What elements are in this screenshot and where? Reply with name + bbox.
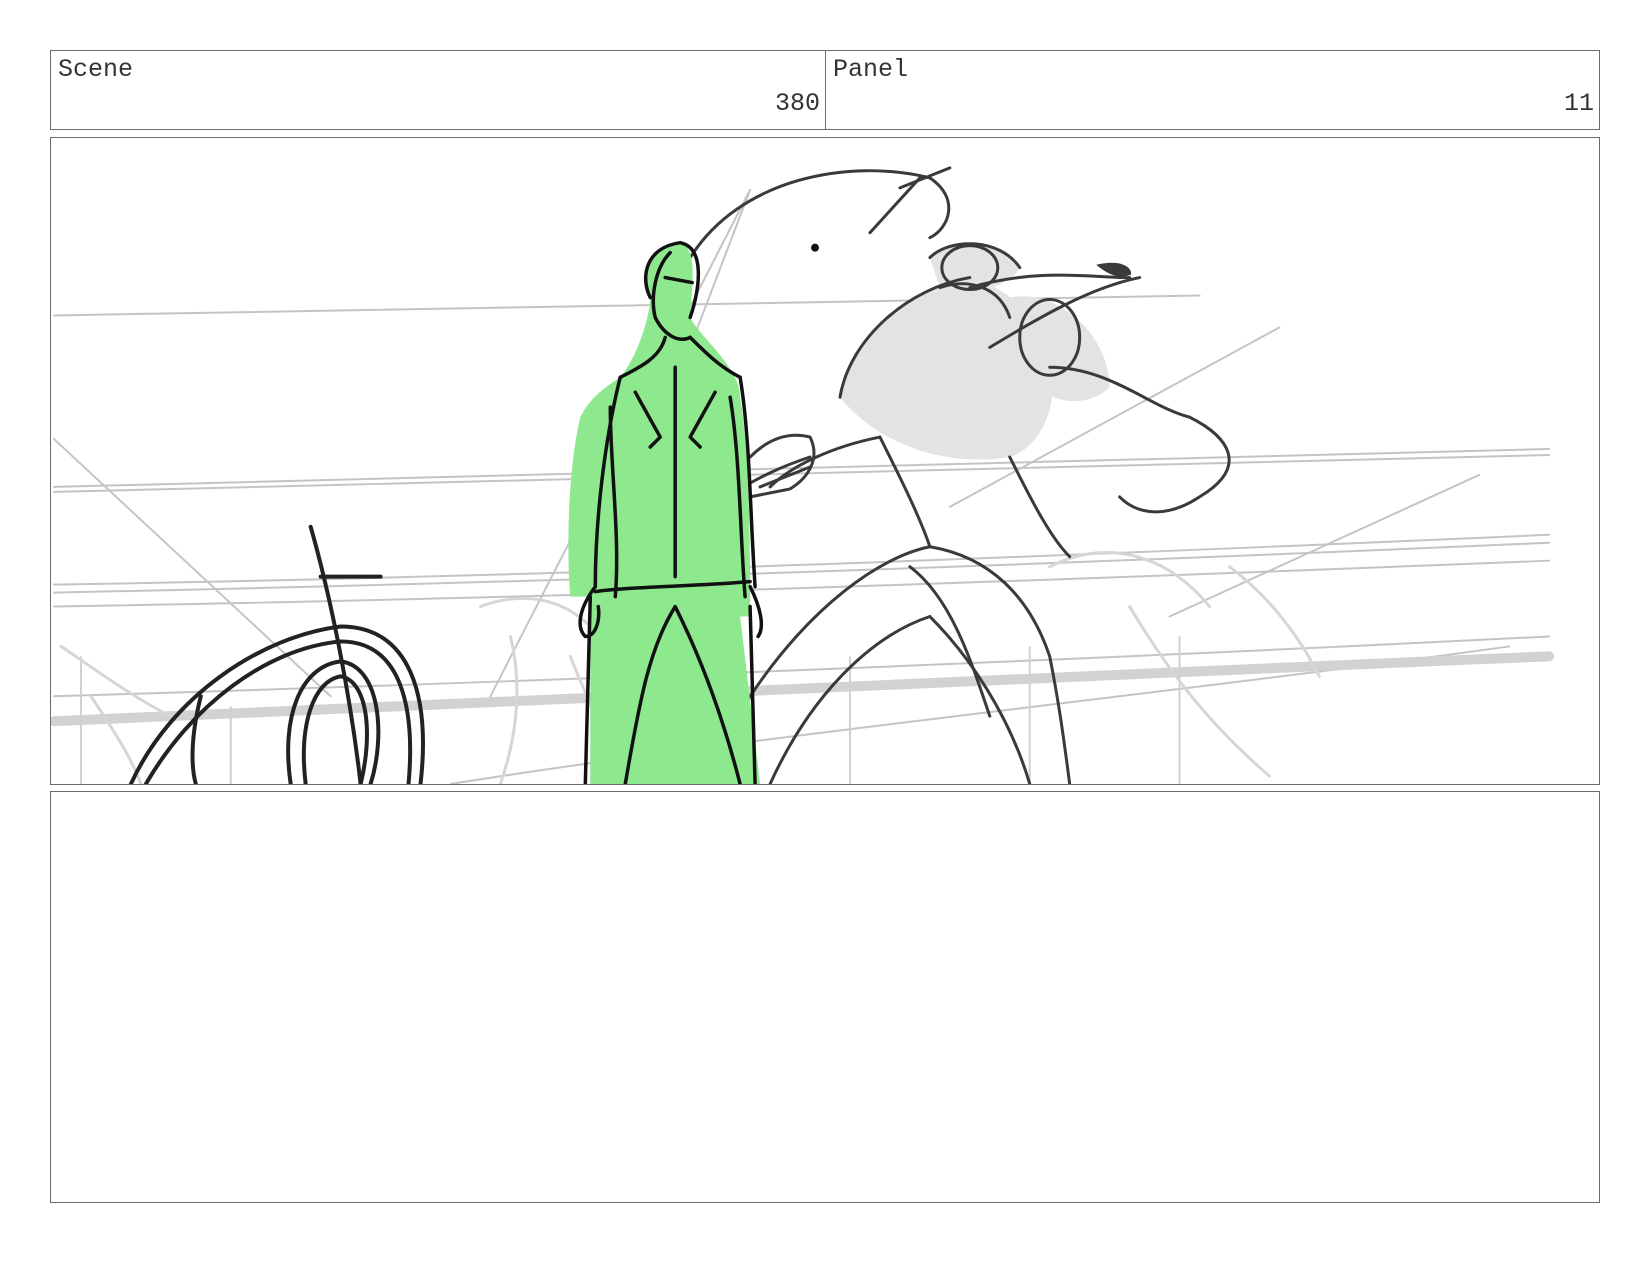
scene-label: Scene <box>58 55 134 84</box>
panel-label: Panel <box>833 55 909 84</box>
scene-number: 380 <box>774 89 820 118</box>
background-lines <box>52 188 1551 784</box>
panel-number: 11 <box>1563 89 1594 118</box>
panel-notes-box <box>50 791 1600 1203</box>
sketch-drawing <box>51 166 1555 784</box>
panel-cell: Panel 11 <box>826 51 1599 129</box>
hose-coils <box>128 524 425 784</box>
scene-cell: Scene 380 <box>51 51 826 129</box>
storyboard-header: Scene 380 Panel 11 <box>50 50 1600 130</box>
storyboard-panel-image <box>50 137 1600 785</box>
small-dot <box>811 243 820 252</box>
